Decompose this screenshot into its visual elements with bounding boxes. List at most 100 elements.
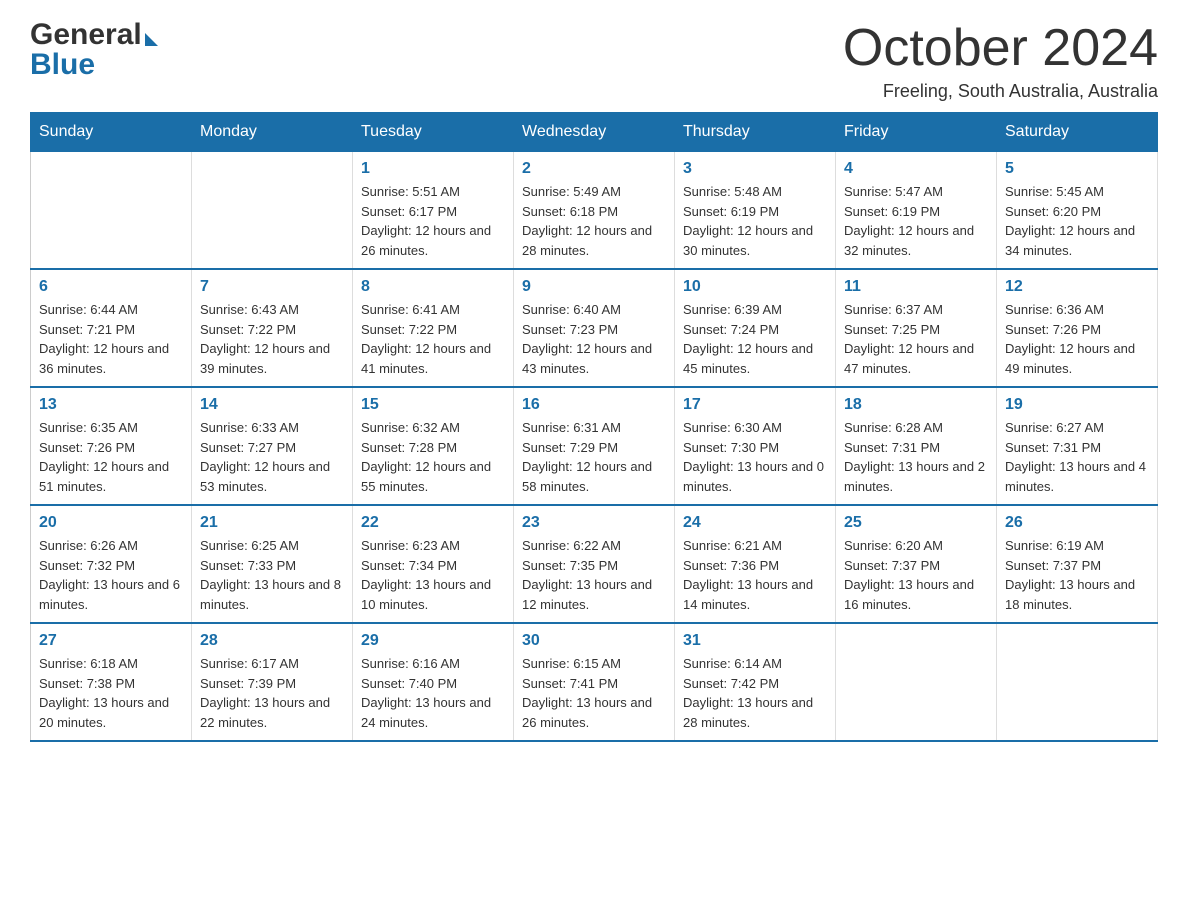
day-number: 15 xyxy=(361,396,505,414)
day-info: Sunrise: 6:25 AMSunset: 7:33 PMDaylight:… xyxy=(200,536,344,614)
day-number: 7 xyxy=(200,278,344,296)
weekday-header-tuesday: Tuesday xyxy=(353,113,514,152)
calendar-cell: 26 Sunrise: 6:19 AMSunset: 7:37 PMDayligh… xyxy=(997,505,1158,623)
title-section: October 2024 Freeling, South Australia, … xyxy=(843,20,1158,102)
day-number: 3 xyxy=(683,160,827,178)
calendar-cell xyxy=(997,623,1158,741)
day-number: 25 xyxy=(844,514,988,532)
day-info: Sunrise: 5:51 AMSunset: 6:17 PMDaylight:… xyxy=(361,182,505,260)
calendar-cell: 6 Sunrise: 6:44 AMSunset: 7:21 PMDaylight… xyxy=(31,269,192,387)
calendar-cell: 27Sunrise: 6:18 AMSunset: 7:38 PMDayligh… xyxy=(31,623,192,741)
calendar-body: 1 Sunrise: 5:51 AMSunset: 6:17 PMDaylight… xyxy=(31,152,1158,742)
day-number: 21 xyxy=(200,514,344,532)
weekday-header-saturday: Saturday xyxy=(997,113,1158,152)
day-info: Sunrise: 6:26 AMSunset: 7:32 PMDaylight:… xyxy=(39,536,183,614)
day-number: 5 xyxy=(1005,160,1149,178)
day-number: 19 xyxy=(1005,396,1149,414)
calendar-week-2: 6 Sunrise: 6:44 AMSunset: 7:21 PMDaylight… xyxy=(31,269,1158,387)
calendar-cell: 25Sunrise: 6:20 AMSunset: 7:37 PMDayligh… xyxy=(836,505,997,623)
day-info: Sunrise: 6:40 AMSunset: 7:23 PMDaylight:… xyxy=(522,300,666,378)
logo: General Blue xyxy=(30,20,158,80)
day-number: 11 xyxy=(844,278,988,296)
day-number: 31 xyxy=(683,632,827,650)
day-number: 24 xyxy=(683,514,827,532)
calendar-cell: 10 Sunrise: 6:39 AMSunset: 7:24 PMDayligh… xyxy=(675,269,836,387)
day-info: Sunrise: 6:33 AMSunset: 7:27 PMDaylight:… xyxy=(200,418,344,496)
day-number: 10 xyxy=(683,278,827,296)
day-info: Sunrise: 5:45 AMSunset: 6:20 PMDaylight:… xyxy=(1005,182,1149,260)
weekday-header-monday: Monday xyxy=(192,113,353,152)
calendar-cell: 24Sunrise: 6:21 AMSunset: 7:36 PMDayligh… xyxy=(675,505,836,623)
day-info: Sunrise: 6:39 AMSunset: 7:24 PMDaylight:… xyxy=(683,300,827,378)
day-number: 22 xyxy=(361,514,505,532)
day-number: 1 xyxy=(361,160,505,178)
day-info: Sunrise: 6:41 AMSunset: 7:22 PMDaylight:… xyxy=(361,300,505,378)
day-number: 12 xyxy=(1005,278,1149,296)
logo-blue-text: Blue xyxy=(30,50,158,80)
weekday-header-row: SundayMondayTuesdayWednesdayThursdayFrid… xyxy=(31,113,1158,152)
calendar-cell xyxy=(192,152,353,270)
calendar-cell: 20 Sunrise: 6:26 AMSunset: 7:32 PMDayligh… xyxy=(31,505,192,623)
weekday-header-thursday: Thursday xyxy=(675,113,836,152)
calendar-cell: 23Sunrise: 6:22 AMSunset: 7:35 PMDayligh… xyxy=(514,505,675,623)
calendar-cell: 11Sunrise: 6:37 AMSunset: 7:25 PMDayligh… xyxy=(836,269,997,387)
day-number: 16 xyxy=(522,396,666,414)
day-info: Sunrise: 5:49 AMSunset: 6:18 PMDaylight:… xyxy=(522,182,666,260)
calendar-cell: 31 Sunrise: 6:14 AMSunset: 7:42 PMDayligh… xyxy=(675,623,836,741)
calendar-cell: 30 Sunrise: 6:15 AMSunset: 7:41 PMDayligh… xyxy=(514,623,675,741)
day-info: Sunrise: 5:47 AMSunset: 6:19 PMDaylight:… xyxy=(844,182,988,260)
day-info: Sunrise: 6:36 AMSunset: 7:26 PMDaylight:… xyxy=(1005,300,1149,378)
day-info: Sunrise: 6:17 AMSunset: 7:39 PMDaylight:… xyxy=(200,654,344,732)
day-number: 14 xyxy=(200,396,344,414)
calendar-cell: 19Sunrise: 6:27 AMSunset: 7:31 PMDayligh… xyxy=(997,387,1158,505)
day-number: 6 xyxy=(39,278,183,296)
day-info: Sunrise: 6:44 AMSunset: 7:21 PMDaylight:… xyxy=(39,300,183,378)
calendar-week-1: 1 Sunrise: 5:51 AMSunset: 6:17 PMDaylight… xyxy=(31,152,1158,270)
day-number: 20 xyxy=(39,514,183,532)
calendar-cell: 5 Sunrise: 5:45 AMSunset: 6:20 PMDaylight… xyxy=(997,152,1158,270)
calendar-cell: 21 Sunrise: 6:25 AMSunset: 7:33 PMDayligh… xyxy=(192,505,353,623)
day-info: Sunrise: 6:28 AMSunset: 7:31 PMDaylight:… xyxy=(844,418,988,496)
day-info: Sunrise: 6:16 AMSunset: 7:40 PMDaylight:… xyxy=(361,654,505,732)
calendar-cell xyxy=(836,623,997,741)
location-text: Freeling, South Australia, Australia xyxy=(843,81,1158,102)
day-info: Sunrise: 6:30 AMSunset: 7:30 PMDaylight:… xyxy=(683,418,827,496)
calendar-week-3: 13Sunrise: 6:35 AMSunset: 7:26 PMDayligh… xyxy=(31,387,1158,505)
calendar-week-4: 20 Sunrise: 6:26 AMSunset: 7:32 PMDayligh… xyxy=(31,505,1158,623)
calendar-cell xyxy=(31,152,192,270)
day-info: Sunrise: 5:48 AMSunset: 6:19 PMDaylight:… xyxy=(683,182,827,260)
calendar-week-5: 27Sunrise: 6:18 AMSunset: 7:38 PMDayligh… xyxy=(31,623,1158,741)
logo-general-text: General xyxy=(30,20,142,50)
logo-triangle-icon xyxy=(145,33,158,46)
calendar-cell: 7 Sunrise: 6:43 AMSunset: 7:22 PMDaylight… xyxy=(192,269,353,387)
page-header: General Blue October 2024 Freeling, Sout… xyxy=(30,20,1158,102)
calendar-cell: 1 Sunrise: 5:51 AMSunset: 6:17 PMDaylight… xyxy=(353,152,514,270)
day-info: Sunrise: 6:14 AMSunset: 7:42 PMDaylight:… xyxy=(683,654,827,732)
day-number: 26 xyxy=(1005,514,1149,532)
calendar-cell: 8Sunrise: 6:41 AMSunset: 7:22 PMDaylight… xyxy=(353,269,514,387)
calendar-cell: 4Sunrise: 5:47 AMSunset: 6:19 PMDaylight… xyxy=(836,152,997,270)
calendar-cell: 22 Sunrise: 6:23 AMSunset: 7:34 PMDayligh… xyxy=(353,505,514,623)
calendar-cell: 18 Sunrise: 6:28 AMSunset: 7:31 PMDayligh… xyxy=(836,387,997,505)
day-number: 18 xyxy=(844,396,988,414)
day-info: Sunrise: 6:35 AMSunset: 7:26 PMDaylight:… xyxy=(39,418,183,496)
day-number: 28 xyxy=(200,632,344,650)
day-number: 27 xyxy=(39,632,183,650)
calendar-cell: 3 Sunrise: 5:48 AMSunset: 6:19 PMDaylight… xyxy=(675,152,836,270)
calendar-table: SundayMondayTuesdayWednesdayThursdayFrid… xyxy=(30,112,1158,742)
calendar-cell: 9Sunrise: 6:40 AMSunset: 7:23 PMDaylight… xyxy=(514,269,675,387)
day-number: 30 xyxy=(522,632,666,650)
day-info: Sunrise: 6:32 AMSunset: 7:28 PMDaylight:… xyxy=(361,418,505,496)
day-number: 2 xyxy=(522,160,666,178)
day-info: Sunrise: 6:15 AMSunset: 7:41 PMDaylight:… xyxy=(522,654,666,732)
weekday-header-sunday: Sunday xyxy=(31,113,192,152)
weekday-header-wednesday: Wednesday xyxy=(514,113,675,152)
day-number: 23 xyxy=(522,514,666,532)
day-info: Sunrise: 6:19 AMSunset: 7:37 PMDaylight:… xyxy=(1005,536,1149,614)
day-info: Sunrise: 6:23 AMSunset: 7:34 PMDaylight:… xyxy=(361,536,505,614)
day-info: Sunrise: 6:43 AMSunset: 7:22 PMDaylight:… xyxy=(200,300,344,378)
day-number: 17 xyxy=(683,396,827,414)
weekday-header-friday: Friday xyxy=(836,113,997,152)
calendar-cell: 17 Sunrise: 6:30 AMSunset: 7:30 PMDayligh… xyxy=(675,387,836,505)
month-title: October 2024 xyxy=(843,20,1158,77)
